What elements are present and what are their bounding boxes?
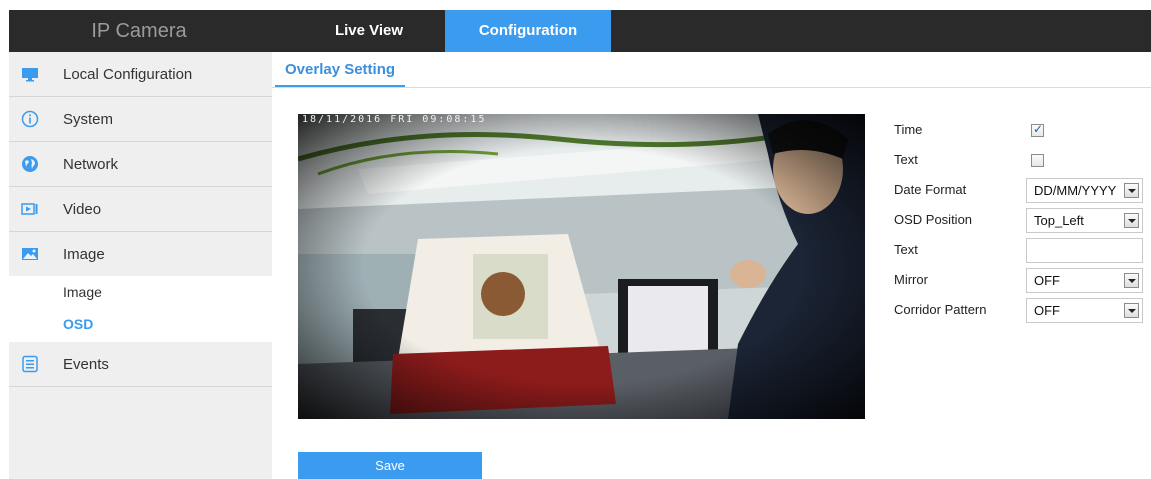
- monitor-icon: [21, 65, 39, 83]
- camera-preview: 18/11/2016 FRI 09:08:15: [298, 114, 865, 419]
- submenu-item-image[interactable]: Image: [63, 276, 102, 308]
- chevron-down-icon[interactable]: [1124, 303, 1139, 318]
- sidebar-item-video[interactable]: Video: [9, 187, 272, 232]
- sidebar-item-label: Local Configuration: [63, 66, 193, 83]
- sidebar-item-local-configuration[interactable]: Local Configuration: [9, 52, 272, 97]
- app-brand: IP Camera: [91, 20, 187, 42]
- text-toggle-label: Text: [894, 152, 918, 167]
- events-icon: [21, 355, 39, 373]
- sidebar-item-events[interactable]: Events: [9, 342, 272, 387]
- date-format-select[interactable]: DD/MM/YYYY: [1026, 178, 1143, 203]
- sidebar-item-system[interactable]: System: [9, 97, 272, 142]
- time-checkbox[interactable]: [1031, 122, 1044, 137]
- osd-position-value: Top_Left: [1034, 213, 1084, 228]
- image-icon: [21, 245, 39, 263]
- osd-position-label: OSD Position: [894, 212, 973, 227]
- mirror-select[interactable]: OFF: [1026, 268, 1143, 293]
- tab-live-view[interactable]: Live View: [309, 10, 429, 52]
- top-navigation-bar: IP Camera Live View Configuration: [9, 10, 1151, 52]
- save-button[interactable]: Save: [298, 452, 482, 479]
- info-icon: [21, 110, 39, 128]
- tab-divider: [272, 87, 1151, 88]
- chevron-down-icon[interactable]: [1124, 213, 1139, 228]
- image-submenu: Image OSD: [9, 276, 272, 342]
- chevron-down-icon[interactable]: [1124, 273, 1139, 288]
- mirror-label: Mirror: [894, 272, 928, 287]
- corridor-pattern-label: Corridor Pattern: [894, 302, 987, 317]
- sidebar-item-label: System: [63, 111, 114, 128]
- corridor-pattern-value: OFF: [1034, 303, 1060, 318]
- osd-timestamp: 18/11/2016 FRI 09:08:15: [302, 114, 487, 125]
- globe-icon: [21, 155, 39, 173]
- sidebar: Local Configuration System Network Video…: [9, 52, 272, 479]
- text-label: Text: [894, 242, 918, 257]
- sidebar-item-label: Network: [63, 156, 119, 173]
- corridor-pattern-select[interactable]: OFF: [1026, 298, 1143, 323]
- video-icon: [21, 200, 39, 218]
- mirror-value: OFF: [1034, 273, 1060, 288]
- text-checkbox[interactable]: [1031, 154, 1044, 167]
- sidebar-item-network[interactable]: Network: [9, 142, 272, 187]
- tab-configuration[interactable]: Configuration: [445, 10, 611, 52]
- sidebar-item-label: Events: [63, 356, 109, 373]
- submenu-item-osd[interactable]: OSD: [63, 308, 93, 340]
- chevron-down-icon[interactable]: [1124, 183, 1139, 198]
- time-label: Time: [894, 122, 923, 137]
- sidebar-item-image[interactable]: Image: [9, 232, 272, 277]
- osd-position-select[interactable]: Top_Left: [1026, 208, 1143, 233]
- sidebar-item-label: Video: [63, 201, 102, 218]
- text-field[interactable]: [1026, 238, 1143, 263]
- tab-overlay-setting[interactable]: Overlay Setting: [275, 56, 406, 88]
- date-format-label: Date Format: [894, 182, 967, 197]
- sidebar-item-label: Image: [63, 246, 105, 263]
- date-format-value: DD/MM/YYYY: [1034, 183, 1117, 198]
